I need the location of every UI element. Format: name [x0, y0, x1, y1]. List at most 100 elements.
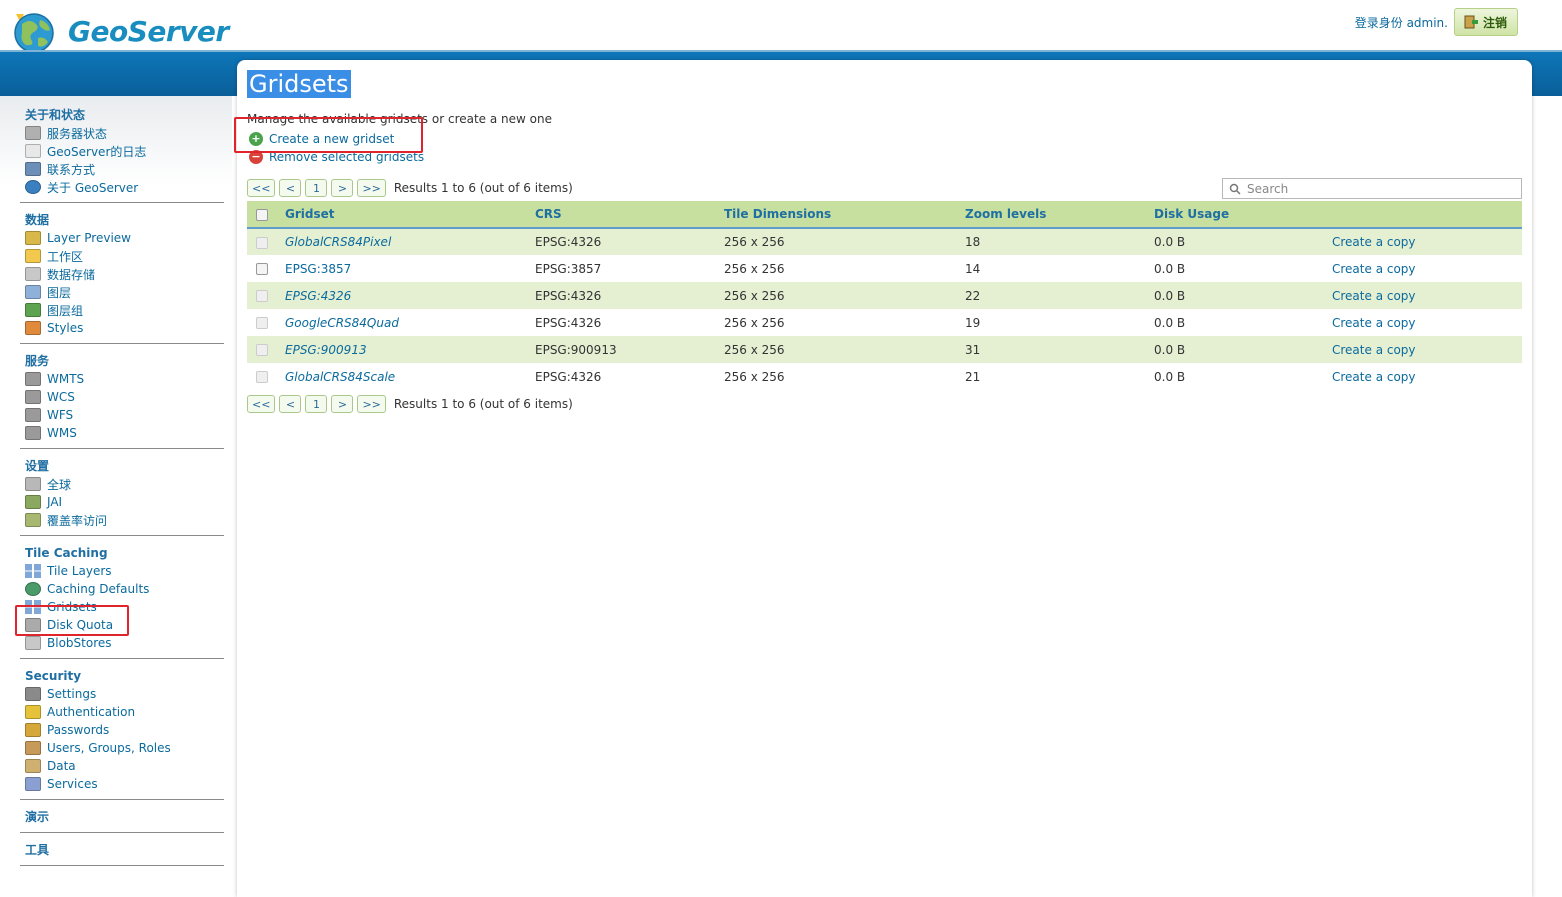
styles-icon	[25, 321, 41, 335]
sidebar-item-label: 数据存储	[47, 267, 96, 282]
sidebar-item-label: 图层	[47, 285, 72, 300]
sidebar-item-label: WFS	[47, 408, 74, 422]
sidebar-item[interactable]: JAI	[20, 493, 224, 511]
sidebar-item[interactable]: Users, Groups, Roles	[20, 739, 224, 757]
lock-icon	[25, 723, 41, 737]
pager-last[interactable]: >>	[357, 395, 386, 413]
sidebar-item[interactable]: BlobStores	[20, 634, 224, 652]
row-checkbox[interactable]	[256, 236, 268, 249]
sidebar-item-label: WMS	[47, 426, 77, 440]
sidebar-item[interactable]: 图层	[20, 283, 224, 301]
pager-first[interactable]: <<	[247, 179, 276, 197]
sidebar-item[interactable]: WMTS	[20, 370, 224, 388]
log-icon	[25, 144, 41, 158]
store-icon	[25, 267, 41, 281]
row-select-cell	[247, 309, 285, 336]
select-all-checkbox[interactable]	[256, 208, 268, 221]
row-checkbox[interactable]	[256, 263, 268, 275]
create-copy-link[interactable]: Create a copy	[1332, 370, 1416, 384]
logout-button[interactable]: 注销	[1453, 8, 1518, 36]
table-row: EPSG:900913 EPSG:900913 256 x 256 31 0.0…	[247, 336, 1522, 363]
sidebar-item[interactable]: WCS	[20, 388, 224, 406]
col-zoom-levels[interactable]: Zoom levels	[965, 201, 1154, 229]
table-row: EPSG:3857 EPSG:3857 256 x 256 14 0.0 B C…	[247, 255, 1522, 282]
gridsets-table: Gridset CRS Tile Dimensions Zoom levels …	[247, 201, 1522, 390]
sidebar-item-label: Settings	[47, 687, 97, 701]
pager-next[interactable]: >	[331, 395, 354, 413]
col-tile-dimensions[interactable]: Tile Dimensions	[724, 201, 965, 229]
layer-icon	[25, 285, 41, 299]
create-copy-link[interactable]: Create a copy	[1332, 289, 1416, 303]
row-select-cell	[247, 363, 285, 390]
search-input[interactable]: Search	[1222, 178, 1522, 199]
global-icon	[25, 477, 41, 491]
sidebar-item[interactable]: 图层组	[20, 301, 224, 319]
sidebar-item[interactable]: Authentication	[20, 703, 224, 721]
gridset-link[interactable]: EPSG:900913	[285, 343, 367, 357]
sidebar-item[interactable]: 数据存储	[20, 265, 224, 283]
sidebar-item[interactable]: WMS	[20, 424, 224, 442]
create-copy-link[interactable]: Create a copy	[1332, 316, 1416, 330]
sidebar-item[interactable]: 关于 GeoServer	[20, 178, 224, 196]
sidebar-section-title: Security	[25, 669, 82, 683]
col-crs[interactable]: CRS	[535, 201, 724, 229]
row-checkbox[interactable]	[256, 371, 268, 383]
sidebar-item[interactable]: GeoServer的日志	[20, 142, 224, 160]
sidebar-item[interactable]: Services	[20, 775, 224, 793]
crs-cell: EPSG:4326	[535, 282, 724, 309]
sidebar-item[interactable]: 联系方式	[20, 160, 224, 178]
sidebar-item-label: Data	[47, 759, 76, 773]
tile-dimensions-cell: 256 x 256	[724, 261, 785, 276]
gridset-name-cell: GoogleCRS84Quad	[285, 309, 535, 336]
action-cell: Create a copy	[1332, 228, 1522, 255]
sidebar-section: 工具	[20, 841, 224, 866]
sidebar-item[interactable]: Caching Defaults	[20, 580, 224, 598]
sidebar-item[interactable]: Styles	[20, 319, 224, 337]
page-title: Gridsets	[247, 70, 351, 98]
sidebar-item[interactable]: Passwords	[20, 721, 224, 739]
sidebar-item[interactable]: 全球	[20, 475, 224, 493]
sidebar-item[interactable]: Layer Preview	[20, 229, 224, 247]
tile-dimensions-cell: 256 x 256	[724, 282, 965, 309]
create-copy-link[interactable]: Create a copy	[1332, 343, 1416, 357]
row-checkbox[interactable]	[256, 344, 268, 356]
sidebar-section-title: 关于和状态	[25, 108, 86, 122]
geoserver-logo[interactable]: GeoServer	[12, 8, 229, 54]
gridset-link[interactable]: GoogleCRS84Quad	[285, 316, 399, 330]
sidebar-item[interactable]: 覆盖率访问	[20, 511, 224, 529]
pager-results: Results 1 to 6 (out of 6 items)	[393, 397, 573, 411]
gridset-link[interactable]: GlobalCRS84Scale	[285, 370, 395, 384]
sidebar-item[interactable]: Settings	[20, 685, 224, 703]
sidebar-item[interactable]: WFS	[20, 406, 224, 424]
jai-icon	[25, 495, 41, 509]
gridset-link[interactable]: EPSG:3857	[285, 262, 351, 276]
col-gridset[interactable]: Gridset	[285, 201, 535, 229]
sidebar-item-label: 全球	[47, 477, 72, 492]
gridset-link[interactable]: GlobalCRS84Pixel	[285, 235, 391, 249]
gridset-name-cell: EPSG:900913	[285, 336, 535, 363]
pager-prev[interactable]: <	[279, 395, 302, 413]
sidebar-item[interactable]: Data	[20, 757, 224, 775]
pager-first[interactable]: <<	[247, 395, 276, 413]
pager-page[interactable]: 1	[305, 395, 328, 413]
pager-page[interactable]: 1	[305, 179, 328, 197]
pager-results: Results 1 to 6 (out of 6 items)	[393, 181, 573, 195]
tile-dimensions-cell: 256 x 256	[724, 315, 785, 330]
create-copy-link[interactable]: Create a copy	[1332, 262, 1416, 276]
sidebar-item[interactable]: Tile Layers	[20, 562, 224, 580]
pager-next[interactable]: >	[331, 179, 354, 197]
pager-prev[interactable]: <	[279, 179, 302, 197]
logout-label: 注销	[1482, 15, 1507, 30]
row-checkbox[interactable]	[256, 317, 268, 329]
create-copy-link[interactable]: Create a copy	[1332, 235, 1416, 249]
col-disk-usage[interactable]: Disk Usage	[1154, 201, 1332, 229]
row-checkbox[interactable]	[256, 290, 268, 302]
layergroup-icon	[25, 303, 41, 317]
sidebar-section: 关于和状态服务器状态 GeoServer的日志 联系方式 关于 GeoServer	[20, 106, 224, 203]
gridset-link[interactable]: EPSG:4326	[285, 289, 351, 303]
crs-cell: EPSG:4326	[535, 315, 602, 330]
pager-last[interactable]: >>	[357, 179, 386, 197]
sidebar-item[interactable]: 工作区	[20, 247, 224, 265]
sidebar-item[interactable]: 服务器状态	[20, 124, 224, 142]
sidebar-item-label: GeoServer的日志	[47, 144, 147, 159]
